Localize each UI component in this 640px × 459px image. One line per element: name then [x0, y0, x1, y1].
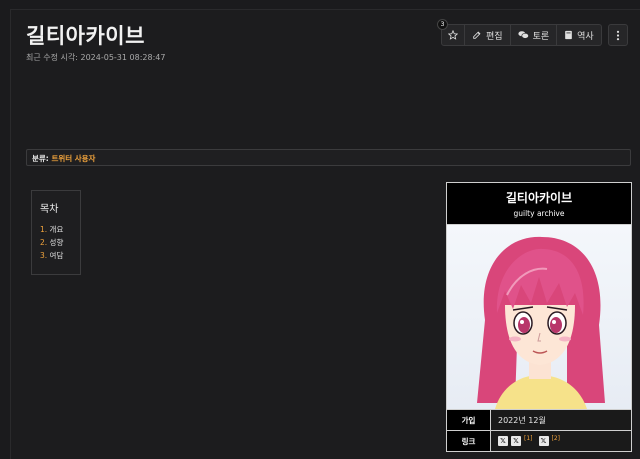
toc-item-label[interactable]: 성향: [50, 238, 64, 247]
page-toolbar: 3 편집 토론 역사: [437, 19, 628, 46]
edit-label: 편집: [486, 31, 503, 42]
last-modified: 최근 수정 시각: 2024-05-31 08:28:47: [26, 53, 166, 62]
toc-item-label[interactable]: 여담: [50, 251, 64, 260]
infobox-title: 길티아카이브: [505, 191, 573, 205]
x-logo-icon[interactable]: 𝕏: [498, 436, 508, 446]
toc-title: 목차: [40, 204, 59, 215]
infobox-row-links: 링크 𝕏 𝕏 [1] 𝕏 [2]: [447, 430, 631, 451]
discuss-button[interactable]: 토론: [510, 24, 558, 46]
x-logo-icon[interactable]: 𝕏: [511, 436, 521, 446]
infobox-label: 링크: [447, 431, 491, 451]
footnote-ref[interactable]: [2]: [552, 435, 561, 442]
star-button[interactable]: 3: [437, 19, 465, 46]
history-label: 역사: [577, 31, 594, 42]
profile-illustration: [447, 225, 631, 409]
edit-button[interactable]: 편집: [465, 24, 511, 46]
category-prefix: 분류:: [32, 154, 49, 163]
infobox-label: 가입: [447, 410, 491, 430]
toc-item[interactable]: 2. 성향: [40, 236, 72, 249]
book-icon: [564, 30, 573, 40]
toc-item-number[interactable]: 1.: [40, 225, 47, 234]
toc-item-label[interactable]: 개요: [50, 225, 64, 234]
toc-item-number[interactable]: 3.: [40, 251, 47, 260]
infobox-value: 2022년 12월: [491, 410, 631, 430]
x-logo-icon[interactable]: 𝕏: [538, 436, 549, 446]
footnote-ref[interactable]: [1]: [524, 435, 533, 442]
history-button[interactable]: 역사: [557, 24, 602, 46]
infobox-row-joined: 가입 2022년 12월: [447, 409, 631, 430]
toc-item[interactable]: 1. 개요: [40, 223, 72, 236]
page-title: 길티아카이브: [26, 24, 145, 48]
infobox-links: 𝕏 𝕏 [1] 𝕏 [2]: [491, 431, 631, 451]
discuss-label: 토론: [532, 31, 550, 42]
toc-item[interactable]: 3. 여담: [40, 249, 72, 262]
chat-bubbles-icon: [517, 30, 529, 40]
star-icon: [448, 30, 458, 40]
category-link[interactable]: 트위터 사용자: [51, 154, 95, 163]
anime-girl-portrait: [477, 236, 605, 409]
vertical-ellipsis-icon: [616, 30, 620, 41]
star-count-badge: 3: [437, 19, 448, 30]
category-box: 분류: 트위터 사용자: [26, 149, 631, 166]
more-options-button[interactable]: [607, 24, 628, 46]
infobox-header: 길티아카이브 guilty archive: [447, 183, 631, 225]
toc-item-number[interactable]: 2.: [40, 238, 47, 247]
table-of-contents: 목차 1. 개요 2. 성향 3. 여담: [31, 190, 81, 275]
edit-icon: [472, 30, 482, 40]
infobox: 길티아카이브 guilty archive 가입 2022년 12월 링크 𝕏 …: [446, 182, 632, 452]
infobox-subtitle: guilty archive: [513, 209, 565, 218]
